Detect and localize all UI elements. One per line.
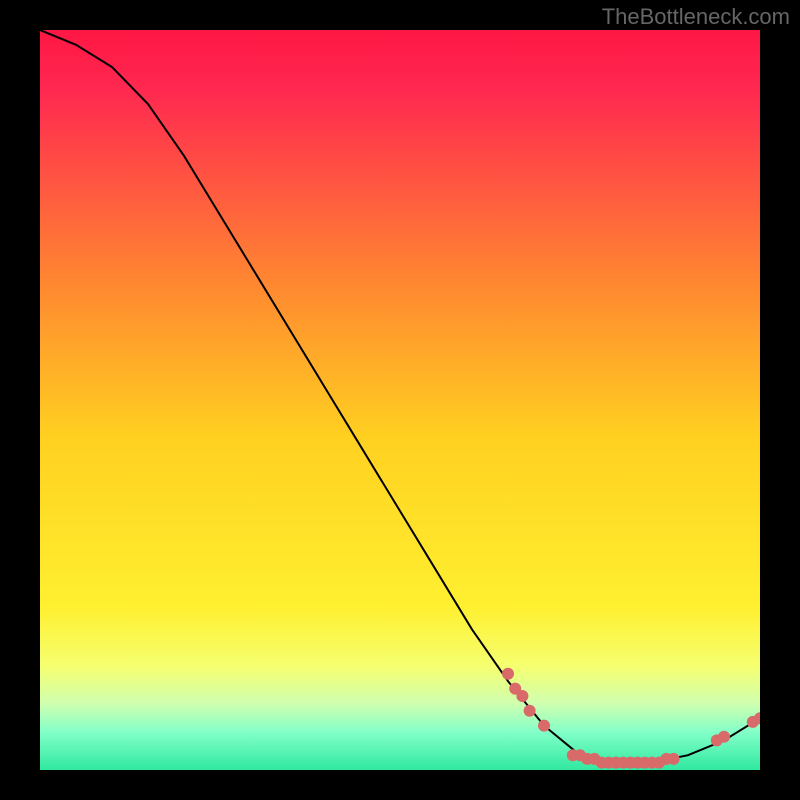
data-point <box>524 705 536 717</box>
chart-svg <box>40 30 760 770</box>
data-point <box>668 753 680 765</box>
gradient-background <box>40 30 760 770</box>
data-point <box>718 731 730 743</box>
watermark-text: TheBottleneck.com <box>602 4 790 30</box>
chart-container: TheBottleneck.com <box>0 0 800 800</box>
plot-area <box>40 30 760 770</box>
data-point <box>502 668 514 680</box>
data-point <box>516 690 528 702</box>
data-point <box>538 720 550 732</box>
